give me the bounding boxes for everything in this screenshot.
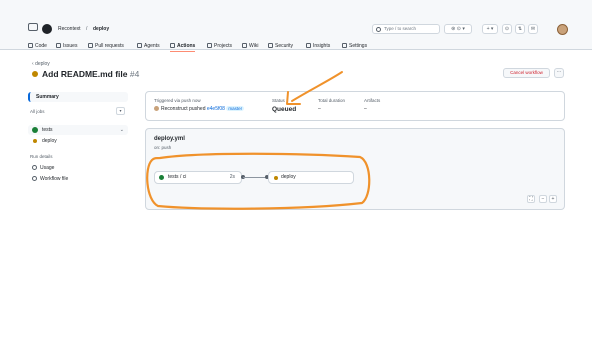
chevron-down-icon: ⌄ [119,127,124,133]
sidebar-item-summary[interactable]: Summary [28,92,128,102]
success-icon [32,127,38,133]
tab-issues[interactable]: Issues [56,43,77,52]
trigger-info: Reconstruct pushed e4e5f08 master [154,106,245,112]
clock-icon [32,165,37,170]
actions-icon [170,43,175,48]
sidebar-link-usage[interactable]: Usage [32,165,54,171]
settings-icon [342,43,347,48]
tab-label: Code [35,43,47,49]
repo-nav: Code Issues Pull requests Agents Actions… [0,40,592,52]
duration-label: Total duration [318,98,346,103]
avatar [154,106,159,111]
tab-label: Actions [177,43,196,49]
search-icon [376,27,381,32]
sidebar-job-label: tests [42,127,53,133]
trigger-label: Triggered via push now [154,98,201,103]
workflow-graph: deploy.yml on: push tests / ci 2s deploy… [145,128,565,210]
job-node-label: deploy [281,174,296,180]
run-details-label: Run details [30,154,53,159]
breadcrumb-owner[interactable]: Recontext [58,26,81,32]
search-placeholder: Type / to search [384,26,417,31]
zoom-out-button[interactable]: − [539,195,547,203]
tab-pull-requests[interactable]: Pull requests [88,43,124,52]
tab-label: Projects [214,43,233,49]
more-options-button[interactable]: ··· [554,68,564,78]
fit-view-button[interactable]: ⛶ [527,195,535,203]
tab-wiki[interactable]: Wiki [242,43,258,52]
pull-requests-icon[interactable]: ⇅ [515,24,525,34]
workflow-trigger: on: push [154,145,172,150]
tab-label: Agents [144,43,160,49]
status-label: Status [272,98,285,103]
run-title-text: Add README.md file [42,69,128,79]
breadcrumb-repo[interactable]: deploy [93,26,109,32]
tab-actions[interactable]: Actions [170,43,196,52]
back-link[interactable]: ‹ deploy [32,61,50,67]
tab-label: Pull requests [95,43,124,49]
issues-icon[interactable]: ⊙ [502,24,512,34]
cancel-workflow-button[interactable]: Cancel workflow [503,68,550,78]
status-value: Queued [272,106,297,113]
tab-label: Insights [313,43,331,49]
issues-icon [56,43,61,48]
branch-badge[interactable]: master [226,106,245,111]
sidebar-job-label: deploy [42,138,57,144]
file-icon [32,176,37,181]
job-node-deploy[interactable]: deploy [268,171,354,184]
agents-icon [137,43,142,48]
insights-icon [306,43,311,48]
wiki-icon [242,43,247,48]
tab-label: Wiki [249,43,259,49]
sidebar-link-workflow-file[interactable]: Workflow file [32,176,68,182]
tab-security[interactable]: Security [268,43,293,52]
projects-icon [207,43,212,48]
job-node-label: tests / ci [168,174,187,180]
duration-value: – [318,106,321,112]
back-link-label: deploy [35,61,50,67]
run-number: #4 [129,69,140,79]
tab-projects[interactable]: Projects [207,43,232,52]
artifacts-value: – [364,106,367,112]
tab-settings[interactable]: Settings [342,43,367,52]
zoom-in-button[interactable]: + [549,195,557,203]
artifacts-label: Artifacts [364,98,381,103]
tab-insights[interactable]: Insights [306,43,330,52]
user-avatar[interactable] [557,24,568,35]
queued-icon [274,176,278,180]
job-connector [243,177,267,178]
job-node-duration: 2s [229,174,235,180]
pull-request-icon [88,43,93,48]
search-input[interactable]: Type / to search [372,24,440,34]
queued-icon [33,139,37,143]
sidebar-link-label: Usage [40,165,55,171]
sidebar-link-label: Workflow file [40,176,69,182]
job-node-tests[interactable]: tests / ci 2s [154,171,242,184]
security-icon [268,43,273,48]
tab-agents[interactable]: Agents [137,43,160,52]
github-logo-icon[interactable] [42,24,52,34]
tab-label: Security [275,43,294,49]
jobs-filter-button[interactable]: ▾ [116,107,125,115]
create-new-button[interactable]: + ▾ [482,24,498,34]
all-jobs-label: All jobs [30,109,45,114]
trigger-text: Reconstruct pushed [161,106,206,112]
sidebar-job-deploy[interactable]: deploy [28,136,128,146]
menu-icon[interactable] [28,23,38,31]
breadcrumb-separator: / [86,26,88,32]
code-icon [28,43,33,48]
run-title: Add README.md file #4 [42,69,139,79]
run-summary: Triggered via push now Reconstruct pushe… [145,91,565,121]
inbox-icon[interactable]: ✉ [528,24,538,34]
commit-sha-link[interactable]: e4e5f08 [207,106,225,112]
copilot-button[interactable]: ⊛ ⊙ ▾ [444,24,472,34]
queued-status-icon [32,71,38,77]
sidebar-job-tests[interactable]: tests ⌄ [28,125,128,135]
success-icon [159,175,164,180]
tab-label: Issues [63,43,78,49]
sidebar-summary-label: Summary [36,94,59,100]
workflow-file-name[interactable]: deploy.yml [154,136,185,142]
tab-label: Settings [349,43,368,49]
tab-code[interactable]: Code [28,43,47,52]
